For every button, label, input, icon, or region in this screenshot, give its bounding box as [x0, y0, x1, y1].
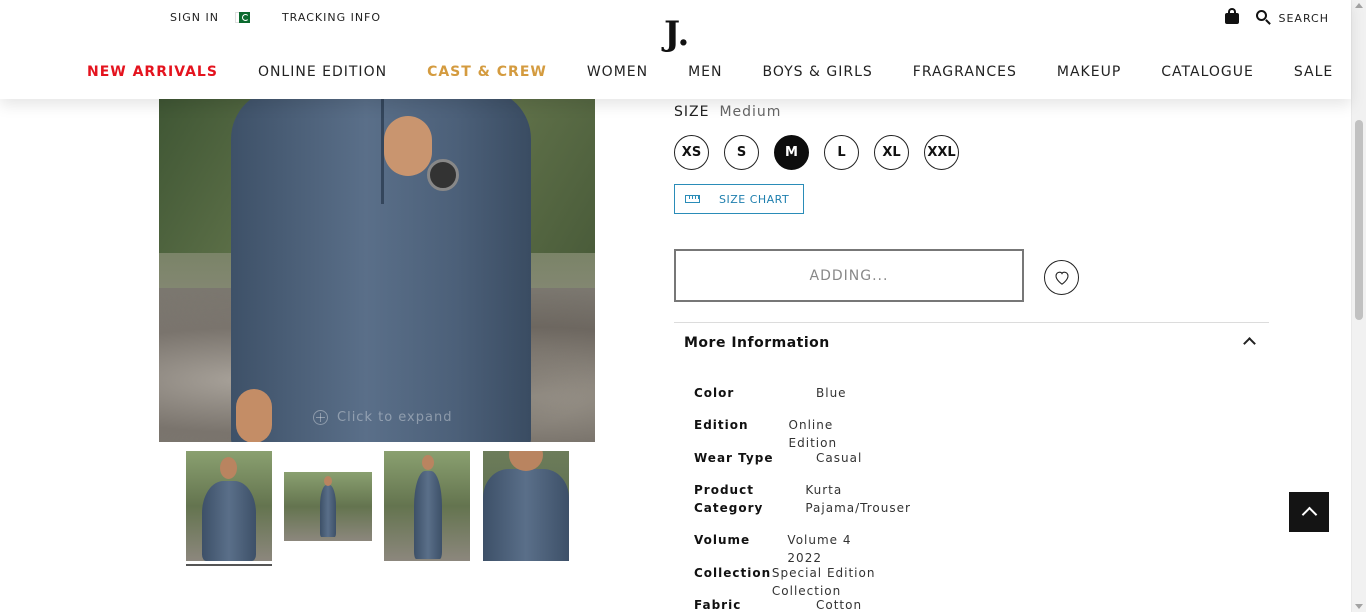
info-row-color: Color Blue: [694, 384, 847, 402]
scrollbar-thumb[interactable]: [1355, 120, 1363, 320]
size-chart-button[interactable]: SIZE CHART: [674, 184, 804, 214]
utility-links-right: SEARCH: [1225, 8, 1329, 26]
size-option-xl[interactable]: XL: [874, 135, 909, 170]
product-main-image[interactable]: Click to expand: [159, 99, 595, 442]
nav-makeup[interactable]: MAKEUP: [1057, 64, 1121, 80]
more-info-header[interactable]: More Information: [684, 335, 830, 351]
info-value: Special Edition Collection: [771, 566, 876, 598]
arrow-up-icon: [1301, 506, 1317, 523]
main-navigation: NEW ARRIVALS ONLINE EDITION CAST & CREW …: [87, 64, 1366, 80]
info-row-edition: Edition Online Edition: [694, 416, 865, 452]
nav-men[interactable]: MEN: [688, 64, 722, 80]
info-key: Product Category: [694, 483, 764, 515]
shopping-bag-icon[interactable]: [1225, 8, 1240, 24]
utility-links-left: SIGN IN TRACKING INFO: [170, 11, 381, 24]
active-thumbnail-indicator: [186, 564, 272, 566]
info-row-fabric: Fabric Cotton: [694, 596, 862, 612]
brand-logo[interactable]: J.: [664, 14, 689, 54]
nav-catalogue[interactable]: CATALOGUE: [1161, 64, 1254, 80]
info-value: Casual: [816, 451, 863, 465]
nav-cast-crew[interactable]: CAST & CREW: [427, 64, 547, 80]
info-value: Blue: [816, 386, 847, 400]
product-thumbnail-1[interactable]: [186, 451, 272, 561]
search-icon[interactable]: [1256, 10, 1272, 26]
expand-hint[interactable]: Click to expand: [313, 410, 452, 425]
search-link[interactable]: SEARCH: [1278, 12, 1329, 25]
size-option-l[interactable]: L: [824, 135, 859, 170]
nav-online-edition[interactable]: ONLINE EDITION: [258, 64, 387, 80]
chevron-up-icon[interactable]: [1243, 337, 1256, 350]
wishlist-button[interactable]: [1044, 260, 1079, 295]
size-option-xs[interactable]: XS: [674, 135, 709, 170]
size-option-m[interactable]: M: [774, 135, 809, 170]
product-thumbnail-3[interactable]: [384, 451, 470, 561]
site-header: SIGN IN TRACKING INFO J. SEARCH NEW ARRI…: [0, 0, 1351, 99]
nav-boys-girls[interactable]: BOYS & GIRLS: [763, 64, 873, 80]
info-key: Edition: [694, 418, 749, 432]
info-row-collection: Collection Special Edition Collection: [694, 564, 885, 600]
scroll-up-arrow[interactable]: [1355, 3, 1363, 8]
info-divider: [674, 322, 1269, 323]
info-value: Volume 4 2022: [787, 533, 852, 565]
info-value: Online Edition: [788, 418, 838, 450]
pakistan-flag-icon[interactable]: [234, 12, 250, 23]
info-value: Kurta Pajama/Trouser: [805, 483, 911, 515]
selected-size-value: Medium: [719, 104, 782, 120]
size-chart-label: SIZE CHART: [719, 192, 790, 206]
nav-women[interactable]: WOMEN: [587, 64, 648, 80]
size-label: SIZE: [674, 104, 710, 120]
info-row-wear-type: Wear Type Casual: [694, 449, 862, 467]
info-row-volume: Volume Volume 4 2022: [694, 531, 867, 567]
info-value: Cotton: [816, 598, 863, 612]
nav-fragrances[interactable]: FRAGRANCES: [913, 64, 1017, 80]
back-to-top-button[interactable]: [1289, 492, 1329, 532]
sign-in-link[interactable]: SIGN IN: [170, 11, 219, 24]
ruler-icon: [685, 195, 700, 203]
info-key: Collection: [694, 566, 772, 580]
product-thumbnail-4[interactable]: [483, 451, 569, 561]
expand-hint-label: Click to expand: [337, 410, 453, 425]
size-row: SIZE Medium: [674, 104, 781, 120]
info-row-product-category: Product Category Kurta Pajama/Trouser: [694, 481, 922, 517]
nav-new-arrivals[interactable]: NEW ARRIVALS: [87, 64, 218, 80]
info-key: Fabric: [694, 598, 742, 612]
page-scrollbar[interactable]: [1351, 0, 1366, 612]
nav-sale[interactable]: SALE: [1294, 64, 1333, 80]
model-watch: [427, 159, 459, 191]
heart-icon: [1054, 271, 1069, 285]
info-key: Color: [694, 386, 735, 400]
expand-icon: [313, 410, 328, 425]
product-thumbnail-2[interactable]: [284, 472, 372, 541]
model-hand-left: [236, 389, 272, 442]
size-options: XS S M L XL XXL: [674, 135, 974, 170]
size-option-xxl[interactable]: XXL: [924, 135, 959, 170]
scroll-down-arrow[interactable]: [1355, 604, 1363, 609]
info-key: Volume: [694, 533, 751, 547]
add-to-cart-button[interactable]: ADDING...: [674, 249, 1024, 302]
size-option-s[interactable]: S: [724, 135, 759, 170]
tracking-info-link[interactable]: TRACKING INFO: [282, 11, 381, 24]
info-key: Wear Type: [694, 451, 774, 465]
model-hand: [384, 116, 432, 176]
